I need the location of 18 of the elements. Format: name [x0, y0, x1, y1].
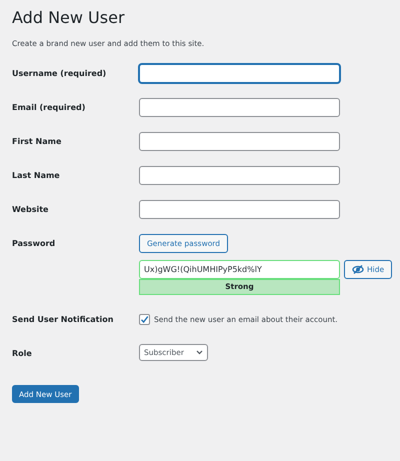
field-label: Role [12, 348, 33, 360]
text-field[interactable] [139, 200, 340, 219]
field-label: Username (required) [12, 68, 108, 80]
text-field[interactable] [139, 132, 340, 151]
field-label: First Name [12, 136, 62, 148]
chevron-down-icon [196, 350, 203, 355]
field-label: Last Name [12, 170, 61, 182]
field-label: Send User Notification [12, 314, 114, 326]
eye-slash-icon [352, 265, 364, 274]
field-label: Password [12, 238, 56, 250]
text-field[interactable] [139, 166, 340, 185]
text-field[interactable] [139, 64, 340, 83]
checkbox[interactable] [139, 314, 150, 325]
text-field[interactable] [139, 98, 340, 117]
field-label: Email (required) [12, 102, 86, 114]
page-title: Add New User [12, 8, 126, 27]
password-field[interactable]: Ux)gWG!(QihUMHIPyP5kd%lY [139, 260, 340, 279]
field-label: Website [12, 204, 50, 216]
